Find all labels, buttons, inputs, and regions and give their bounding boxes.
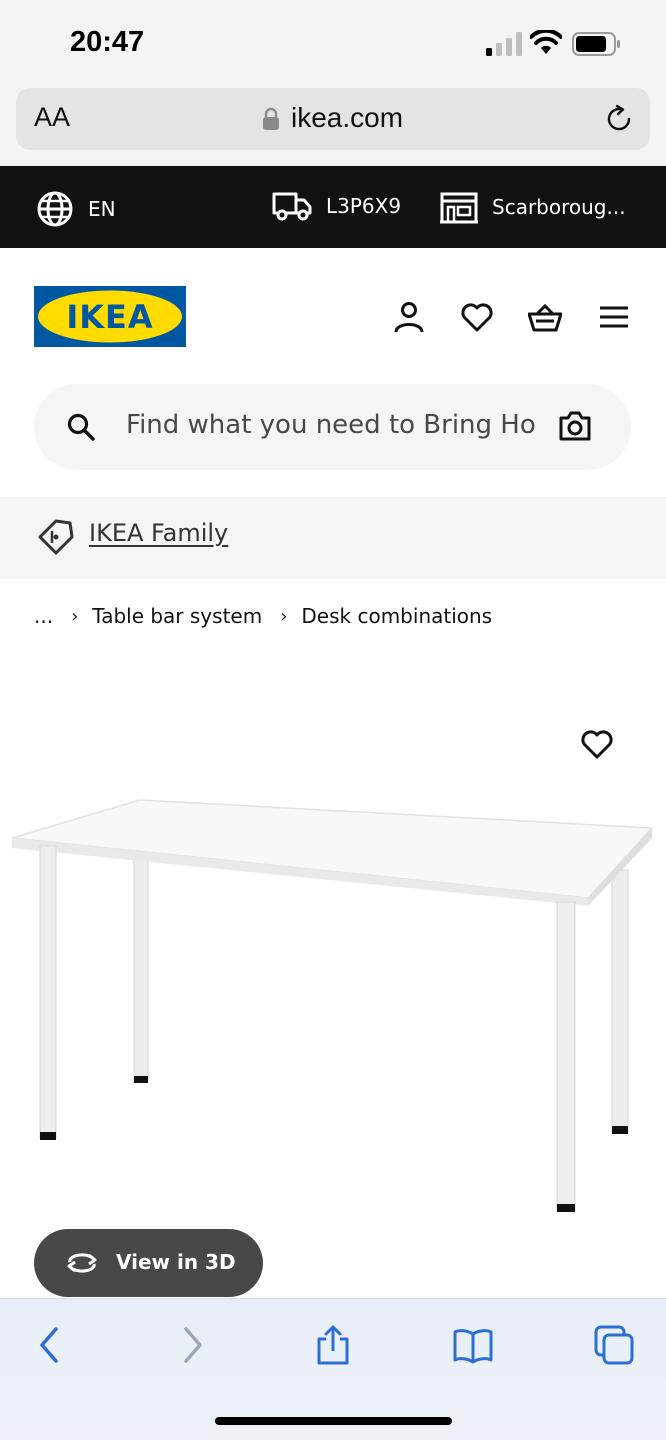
product-gallery: View in 3D (0, 660, 666, 1297)
search-icon (67, 413, 95, 441)
view-in-3d-button[interactable]: View in 3D (34, 1229, 263, 1297)
url-field[interactable]: AA ikea.com (16, 88, 650, 150)
postal-code-selector[interactable]: L3P6X9 (272, 190, 401, 222)
menu-icon[interactable] (597, 300, 631, 334)
rotate-3d-icon (67, 1253, 97, 1273)
url-text: ikea.com (291, 102, 404, 133)
view-in-3d-label: View in 3D (116, 1250, 236, 1274)
search-input[interactable]: Find what you need to Bring Home (34, 384, 631, 470)
ikea-logo[interactable]: IKEA (34, 286, 186, 347)
postal-code-label: L3P6X9 (326, 194, 402, 218)
ikea-family-link[interactable]: IKEA Family (89, 519, 228, 547)
text-size-button[interactable]: AA (34, 102, 70, 133)
ikea-family-banner: IKEA Family (0, 497, 666, 579)
battery-icon (572, 32, 620, 56)
top-strip: EN L3P6X9 Scarboroug... (0, 166, 666, 248)
account-icon[interactable] (392, 300, 426, 334)
heart-icon[interactable] (460, 300, 494, 334)
breadcrumb-item[interactable]: Table bar system (92, 604, 262, 628)
home-indicator (215, 1417, 452, 1425)
camera-icon[interactable] (558, 410, 592, 442)
reload-icon[interactable] (604, 104, 634, 134)
basket-icon[interactable] (528, 300, 562, 334)
share-icon[interactable] (313, 1325, 353, 1365)
language-selector[interactable]: EN (36, 190, 116, 228)
browser-address-bar: AA ikea.com (0, 86, 666, 166)
breadcrumb: ... › Table bar system › Desk combinatio… (34, 604, 492, 628)
store-icon (440, 192, 478, 224)
browser-toolbar (0, 1298, 666, 1440)
signal-icon (486, 32, 522, 56)
tag-icon (38, 519, 74, 555)
wifi-icon (530, 30, 562, 54)
bookmarks-icon[interactable] (453, 1325, 493, 1365)
store-label: Scarboroug... (492, 195, 626, 219)
back-icon[interactable] (30, 1325, 70, 1365)
chevron-right-icon: › (71, 605, 79, 627)
search-placeholder: Find what you need to Bring Home (126, 410, 536, 440)
forward-icon[interactable] (172, 1325, 212, 1365)
globe-icon (37, 191, 73, 227)
breadcrumb-ellipsis[interactable]: ... (34, 604, 53, 628)
lock-icon (263, 107, 279, 130)
truck-icon (272, 192, 312, 221)
store-selector[interactable]: Scarboroug... (440, 190, 626, 224)
favourite-heart-icon[interactable] (580, 728, 614, 760)
breadcrumb-item[interactable]: Desk combinations (301, 604, 492, 628)
status-time: 20:47 (70, 26, 145, 58)
tabs-icon[interactable] (594, 1325, 634, 1365)
site-header: IKEA Find what you need to Bring Home (0, 248, 666, 496)
language-label: EN (88, 197, 116, 221)
chevron-right-icon: › (280, 605, 288, 627)
product-image[interactable] (0, 790, 666, 1230)
logo-text: IKEA (66, 298, 153, 336)
status-bar: 20:47 (0, 0, 666, 86)
